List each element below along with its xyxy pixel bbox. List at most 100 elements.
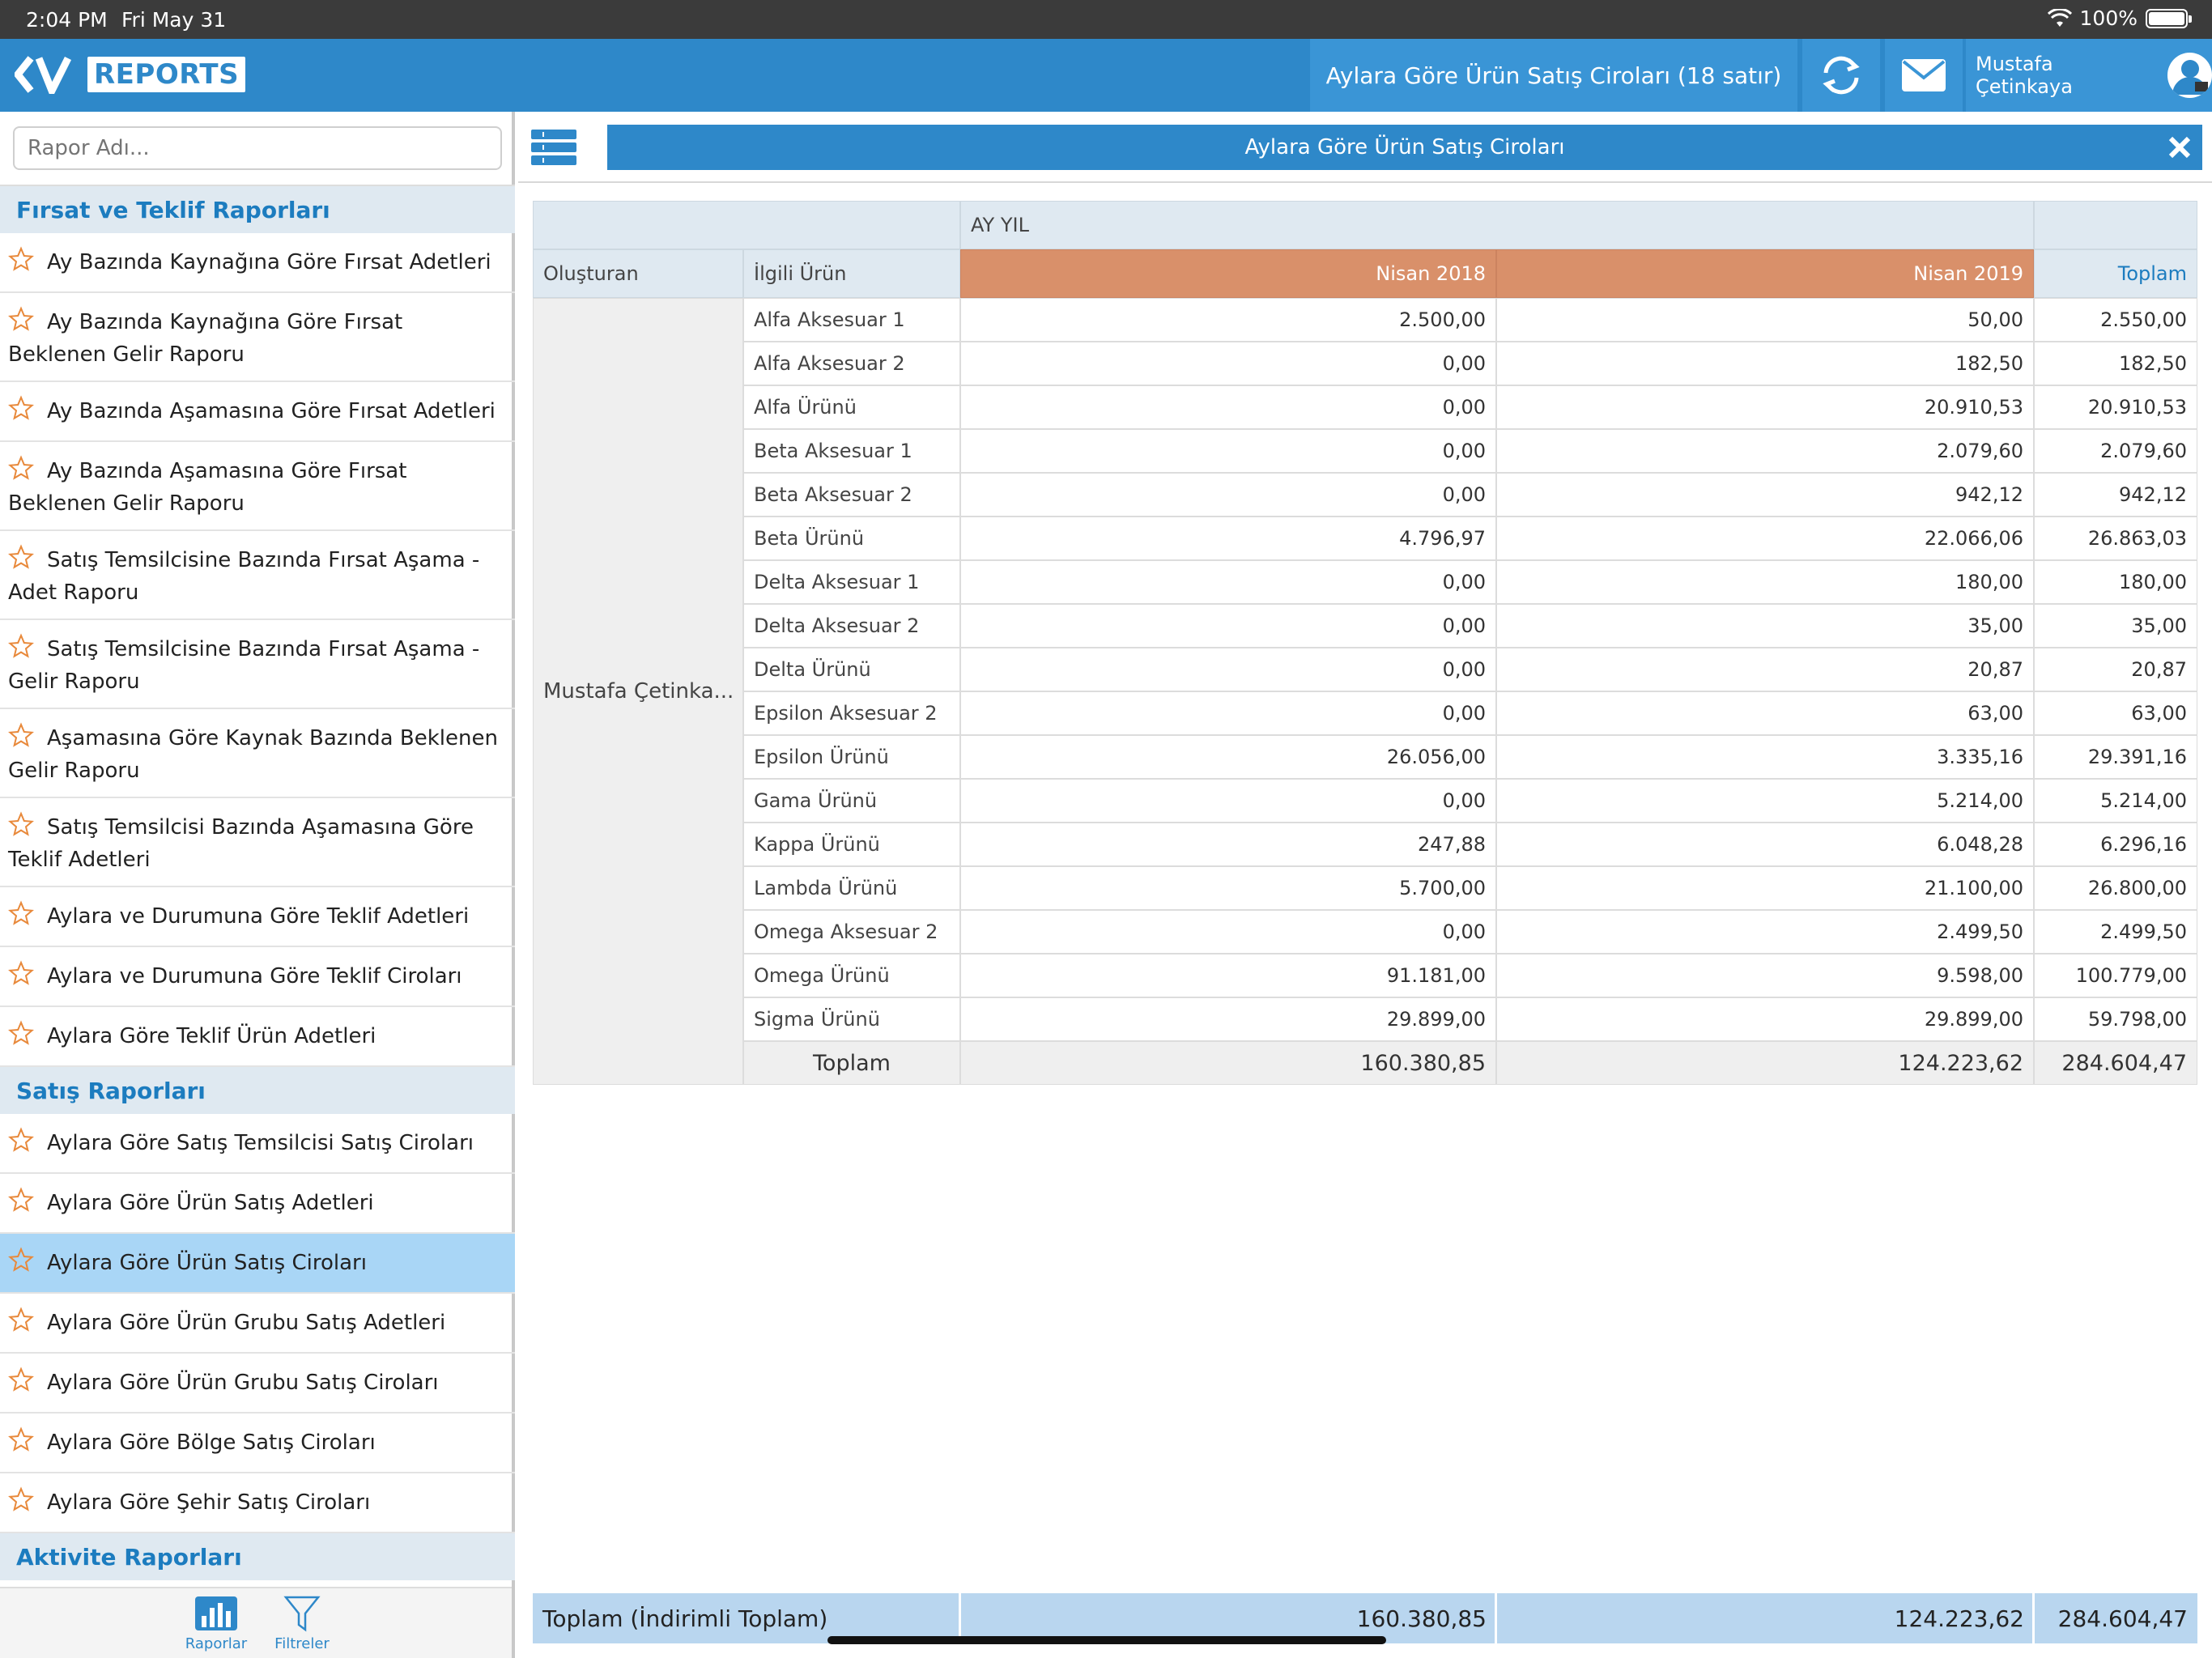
owner-cell: Mustafa Çetinka...: [533, 298, 743, 1085]
app-header: REPORTS Aylara Göre Ürün Satış Ciroları …: [0, 39, 2212, 112]
value-cell-2019: 182,50: [1496, 342, 2034, 385]
product-cell: Alfa Ürünü: [743, 385, 960, 429]
value-cell-2018: 0,00: [960, 342, 1496, 385]
total-cell: 5.214,00: [2034, 779, 2197, 823]
star-icon[interactable]: [8, 306, 34, 332]
star-icon[interactable]: [8, 633, 34, 659]
list-item-label: Aylara Göre Bölge Satış Ciroları: [47, 1431, 376, 1455]
status-right: 100%: [2047, 6, 2192, 30]
subtotal-2018: 160.380,85: [960, 1041, 1496, 1085]
list-item-active[interactable]: Aylara Göre Ürün Satış Ciroları: [0, 1234, 515, 1294]
list-item-label: Aylara Göre Teklif Ürün Adetleri: [47, 1024, 376, 1048]
value-cell-2019: 20.910,53: [1496, 385, 2034, 429]
star-icon[interactable]: [8, 246, 34, 272]
list-item[interactable]: Ay Bazında Aşamasına Göre Fırsat Beklene…: [0, 442, 515, 531]
close-icon[interactable]: [2167, 134, 2193, 160]
value-cell-2019: 63,00: [1496, 691, 2034, 735]
product-cell: Epsilon Ürünü: [743, 735, 960, 779]
refresh-button[interactable]: [1802, 39, 1880, 112]
list-item-label: Ay Bazında Kaynağına Göre Fırsat Adetler…: [47, 250, 491, 274]
product-cell: Gama Ürünü: [743, 779, 960, 823]
list-item[interactable]: Aylara Göre Şehir Satış Ciroları: [0, 1473, 515, 1533]
report-list[interactable]: Fırsat ve Teklif Raporları Ay Bazında Ka…: [0, 185, 515, 1658]
row-header-product[interactable]: İlgili Ürün: [743, 249, 960, 298]
star-icon[interactable]: [8, 1307, 34, 1333]
star-icon[interactable]: [8, 722, 34, 748]
grand-total-label: Toplam (İndirimli Toplam): [542, 1605, 828, 1632]
grand-total-2019: 124.223,62: [1894, 1605, 2024, 1632]
list-item-label: Satış Temsilcisi Bazında Aşamasına Göre …: [8, 815, 474, 872]
pivot-corner-right: [2034, 201, 2197, 249]
total-cell: 29.391,16: [2034, 735, 2197, 779]
main-panel: Aylara Göre Ürün Satış Ciroları AY YIL O…: [518, 112, 2212, 1658]
list-item[interactable]: Ay Bazında Aşamasına Göre Fırsat Adetler…: [0, 382, 515, 442]
list-item[interactable]: Ay Bazında Kaynağına Göre Fırsat Beklene…: [0, 293, 515, 382]
value-cell-2019: 50,00: [1496, 298, 2034, 342]
value-cell-2018: 91.181,00: [960, 954, 1496, 997]
star-icon[interactable]: [8, 455, 34, 481]
star-icon[interactable]: [8, 1247, 34, 1273]
tab-filters[interactable]: Filtreler: [257, 1595, 347, 1652]
list-item[interactable]: Aylara Göre Bölge Satış Ciroları: [0, 1414, 515, 1473]
list-item[interactable]: Aylara Göre Teklif Ürün Adetleri: [0, 1007, 515, 1067]
value-cell-2018: 0,00: [960, 604, 1496, 648]
value-cell-2018: 5.700,00: [960, 866, 1496, 910]
star-icon[interactable]: [8, 1127, 34, 1153]
section-sales-reports: Satış Raporları: [0, 1067, 515, 1114]
star-icon[interactable]: [8, 960, 34, 986]
list-item-label: Aylara Göre Ürün Satış Ciroları: [47, 1251, 367, 1275]
list-item[interactable]: Aylara ve Durumuna Göre Teklif Adetleri: [0, 887, 515, 947]
user-menu[interactable]: Mustafa Çetinkaya: [1966, 39, 2212, 112]
subtotal-total: 284.604,47: [2034, 1041, 2197, 1085]
list-menu-icon[interactable]: [531, 130, 576, 165]
star-icon[interactable]: [8, 1020, 34, 1046]
list-item[interactable]: Satış Temsilcisine Bazında Fırsat Aşama …: [0, 531, 515, 620]
pivot-corner: [533, 201, 960, 249]
product-cell: Omega Ürünü: [743, 954, 960, 997]
column-header-nisan-2019[interactable]: Nisan 2019: [1496, 249, 2034, 298]
star-icon[interactable]: [8, 395, 34, 421]
column-group-header: AY YIL: [960, 201, 2034, 249]
list-item[interactable]: Aylara Göre Satış Temsilcisi Satış Cirol…: [0, 1114, 515, 1174]
list-item[interactable]: Aylara Göre Ürün Grubu Satış Adetleri: [0, 1294, 515, 1354]
star-icon[interactable]: [8, 544, 34, 570]
battery-icon: [2146, 8, 2192, 28]
list-item-label: Ay Bazında Aşamasına Göre Fırsat Adetler…: [47, 399, 496, 423]
avatar: [2167, 53, 2212, 98]
column-header-total[interactable]: Toplam: [2034, 249, 2197, 298]
list-item[interactable]: Satış Temsilcisine Bazında Fırsat Aşama …: [0, 620, 515, 709]
app-logo: REPORTS: [15, 55, 246, 94]
value-cell-2019: 6.048,28: [1496, 823, 2034, 866]
list-item[interactable]: Ay Bazında Kaynağına Göre Fırsat Adetler…: [0, 233, 515, 293]
report-search-input[interactable]: [13, 126, 502, 170]
section-opportunity-reports: Fırsat ve Teklif Raporları: [0, 186, 515, 233]
total-cell: 63,00: [2034, 691, 2197, 735]
column-header-nisan-2018[interactable]: Nisan 2018: [960, 249, 1496, 298]
value-cell-2019: 2.079,60: [1496, 429, 2034, 473]
total-cell: 2.550,00: [2034, 298, 2197, 342]
star-icon[interactable]: [8, 1486, 34, 1512]
section-activity-reports: Aktivite Raporları: [0, 1533, 515, 1580]
list-item[interactable]: Aşamasına Göre Kaynak Bazında Beklenen G…: [0, 709, 515, 798]
list-item-label: Ay Bazında Kaynağına Göre Fırsat Beklene…: [8, 310, 403, 367]
star-icon[interactable]: [8, 1187, 34, 1213]
value-cell-2019: 3.335,16: [1496, 735, 2034, 779]
home-indicator[interactable]: [827, 1636, 1386, 1644]
star-icon[interactable]: [8, 1367, 34, 1392]
mail-button[interactable]: [1885, 39, 1963, 112]
sidebar: Fırsat ve Teklif Raporları Ay Bazında Ka…: [0, 112, 515, 1658]
row-header-owner[interactable]: Oluşturan: [533, 249, 743, 298]
star-icon[interactable]: [8, 811, 34, 837]
star-icon[interactable]: [8, 1426, 34, 1452]
list-item[interactable]: Satış Temsilcisi Bazında Aşamasına Göre …: [0, 798, 515, 887]
list-item[interactable]: Aylara ve Durumuna Göre Teklif Ciroları: [0, 947, 515, 1007]
product-cell: Epsilon Aksesuar 2: [743, 691, 960, 735]
list-item[interactable]: Aylara Göre Ürün Grubu Satış Ciroları: [0, 1354, 515, 1414]
status-time: 2:04 PM: [26, 8, 108, 32]
total-cell: 26.800,00: [2034, 866, 2197, 910]
product-cell: Sigma Ürünü: [743, 997, 960, 1041]
tab-reports[interactable]: Raporlar: [172, 1595, 261, 1652]
star-icon[interactable]: [8, 900, 34, 926]
value-cell-2019: 9.598,00: [1496, 954, 2034, 997]
list-item[interactable]: Aylara Göre Ürün Satış Adetleri: [0, 1174, 515, 1234]
